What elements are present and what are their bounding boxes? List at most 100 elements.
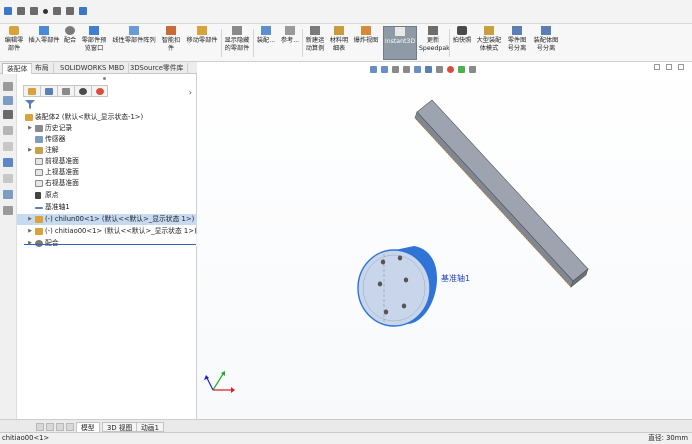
tool-icon[interactable]: [3, 174, 13, 183]
take-snapshot-button[interactable]: 拍快照: [451, 26, 473, 60]
last-tab-icon[interactable]: [66, 423, 74, 431]
tree-item-front-plane[interactable]: 前视基准面: [17, 156, 197, 167]
rollback-bar[interactable]: [24, 244, 196, 245]
tree-item-sensors[interactable]: 传感器: [17, 134, 197, 145]
exploded-view-icon: [361, 26, 371, 35]
panel-grip[interactable]: [103, 77, 106, 80]
edit-component-icon: [9, 26, 19, 35]
tree-item-origin[interactable]: 原点: [17, 190, 197, 201]
tree-label: 装配体2 (默认<默认_显示状态-1>): [35, 113, 144, 121]
tree-item-history[interactable]: ▶ 历史记录: [17, 123, 197, 134]
ribbon-label: 装配体图 号分离: [533, 37, 559, 52]
tree-item-top-plane[interactable]: 上视基准面: [17, 167, 197, 178]
mate-icon: [65, 26, 75, 35]
tab-configuration-manager[interactable]: [57, 85, 74, 97]
model-scene: 基准轴1: [204, 99, 589, 393]
instant3d-button[interactable]: Instant3D: [383, 26, 417, 60]
chevron-right-icon[interactable]: ▶: [27, 145, 33, 156]
command-manager-ribbon: 编辑零 部件 插入零部件 配合 零部件预 览窗口 线性零部件阵列 智能扣 件 移…: [0, 24, 692, 62]
tab-assembly[interactable]: 装配体: [2, 63, 33, 74]
tree-item-axis1[interactable]: 基准轴1: [17, 202, 197, 213]
previous-tab-icon[interactable]: [46, 423, 54, 431]
configuration-icon: [62, 88, 70, 95]
ribbon-label: 插入零部件: [28, 37, 60, 44]
view-tool-icon[interactable]: [3, 96, 13, 105]
tab-animation1[interactable]: 动画1: [136, 422, 164, 432]
assembly-number-split-button[interactable]: 装配体图 号分离: [531, 26, 561, 60]
tree-item-right-plane[interactable]: 右视基准面: [17, 178, 197, 189]
show-hidden-components-button[interactable]: 显示隐藏 的零部件: [223, 26, 251, 60]
ribbon-separator: [221, 29, 222, 57]
assembly-features-button[interactable]: 装配...: [255, 26, 277, 60]
chitiao-bar-part[interactable]: [414, 99, 589, 288]
sketch-line-icon[interactable]: [17, 7, 25, 15]
tree-item-annotations[interactable]: ▶ 注解: [17, 145, 197, 156]
chevron-right-icon[interactable]: ▶: [27, 214, 33, 225]
tree-label: 前视基准面: [45, 157, 79, 165]
linear-pattern-button[interactable]: 线性零部件阵列: [110, 26, 158, 60]
part-number-split-button[interactable]: 零件图 号分离: [505, 26, 529, 60]
tool-icon[interactable]: [3, 142, 13, 151]
tree-root[interactable]: 装配体2 (默认<默认_显示状态-1>): [17, 112, 197, 123]
tab-3d-view[interactable]: 3D 视图: [102, 422, 138, 432]
ribbon-label: 大型装配 体模式: [476, 37, 502, 52]
status-selection: chitiao00<1>: [2, 434, 50, 442]
tab-feature-manager[interactable]: [23, 85, 40, 97]
chevron-right-icon[interactable]: ›: [189, 88, 192, 97]
cube-icon[interactable]: [4, 7, 12, 15]
update-speedpak-button[interactable]: 更新 Speedpak: [419, 26, 450, 60]
move-component-button[interactable]: 移动零部件: [184, 26, 220, 60]
chevron-right-icon[interactable]: ▶: [27, 123, 33, 134]
new-motion-study-button[interactable]: 新建运 动算例: [304, 26, 326, 60]
tab-solidworks-mbd[interactable]: SOLIDWORKS MBD: [56, 63, 130, 74]
exploded-view-button[interactable]: 爆炸视图: [352, 26, 380, 60]
first-tab-icon[interactable]: [36, 423, 44, 431]
tab-model[interactable]: 模型: [76, 422, 100, 432]
feature-tool-icon[interactable]: [3, 82, 13, 91]
tool-icon[interactable]: [3, 158, 13, 167]
tool-icon[interactable]: [3, 190, 13, 199]
filter-icon[interactable]: [25, 100, 35, 109]
ribbon-separator: [302, 29, 303, 57]
quick-access-toolbar: [0, 0, 692, 24]
view-orientation-icon[interactable]: [79, 7, 87, 15]
axis-icon: [35, 207, 43, 209]
smart-dimension-icon[interactable]: [30, 7, 38, 15]
plane-icon: [35, 180, 43, 187]
next-tab-icon[interactable]: [56, 423, 64, 431]
insert-component-button[interactable]: 插入零部件: [28, 26, 60, 60]
tool-icon[interactable]: [3, 126, 13, 135]
ribbon-label: 配合: [63, 37, 77, 44]
tool-icon[interactable]: [3, 206, 13, 215]
ribbon-label: 更新 Speedpak: [419, 37, 450, 52]
pan-icon[interactable]: [66, 7, 74, 15]
plane-icon: [35, 169, 43, 176]
large-assembly-icon: [484, 26, 494, 35]
tool-icon[interactable]: [3, 110, 13, 119]
axis-label[interactable]: 基准轴1: [441, 273, 470, 283]
tab-display-manager[interactable]: [91, 85, 108, 97]
rotate-icon[interactable]: [53, 7, 61, 15]
tab-property-manager[interactable]: [40, 85, 57, 97]
ribbon-label: 材料明 细表: [329, 37, 349, 52]
smart-fasteners-button[interactable]: 智能扣 件: [160, 26, 182, 60]
reference-geometry-button[interactable]: 参考...: [279, 26, 301, 60]
chevron-right-icon[interactable]: ▶: [27, 226, 33, 237]
motion-study-icon: [310, 26, 320, 35]
coordinate-triad: [204, 371, 235, 393]
speedpak-icon: [428, 26, 438, 35]
tab-dimxpert[interactable]: [74, 85, 91, 97]
component-preview-button[interactable]: 零部件预 览窗口: [80, 26, 108, 60]
mate-button[interactable]: 配合: [62, 26, 78, 60]
status-measurement: 直径: 30mm: [648, 434, 688, 442]
tab-3dsource[interactable]: 3DSource零件库: [126, 63, 189, 74]
edit-component-button[interactable]: 编辑零 部件: [2, 26, 26, 60]
tab-layout[interactable]: 布局: [31, 63, 54, 74]
tree-item-chilun[interactable]: ▶ (-) chilun00<1> (默认<<默认>_显示状态 1>): [17, 214, 197, 225]
tree-label: 传感器: [45, 135, 66, 143]
chilun-disc-part[interactable]: [357, 246, 438, 327]
point-icon[interactable]: [43, 9, 48, 14]
bill-of-materials-button[interactable]: 材料明 细表: [328, 26, 350, 60]
tree-item-chitiao[interactable]: ▶ (-) chitiao00<1> (默认<<默认>_显示状态 1>): [17, 226, 197, 237]
large-assembly-mode-button[interactable]: 大型装配 体模式: [475, 26, 503, 60]
